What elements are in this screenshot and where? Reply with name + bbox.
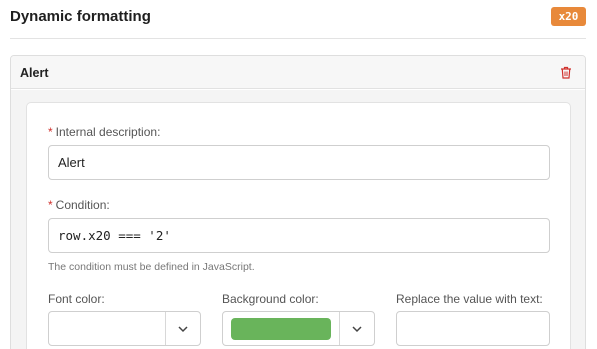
condition-hint: The condition must be defined in JavaScr… xyxy=(48,261,255,273)
description-label: * Internal description: xyxy=(48,125,160,139)
trash-icon[interactable] xyxy=(560,66,572,79)
rule-panel: Alert * Internal description: Alert * Cond… xyxy=(10,55,586,349)
rule-title: Alert xyxy=(20,66,49,80)
description-input[interactable]: Alert xyxy=(48,145,550,180)
required-mark: * xyxy=(48,125,53,139)
field-badge: x20 xyxy=(551,7,586,26)
required-mark: * xyxy=(48,198,53,212)
color-swatch xyxy=(231,318,331,340)
description-label-text: Internal description: xyxy=(55,125,161,139)
select-separator xyxy=(165,312,166,345)
section-title: Dynamic formatting xyxy=(10,8,151,25)
rule-card: * Internal description: Alert * Condition:… xyxy=(26,102,571,349)
font-color-select[interactable] xyxy=(48,311,201,346)
chevron-down-icon[interactable] xyxy=(351,324,363,334)
replace-text-input[interactable] xyxy=(396,311,550,346)
replace-text-label: Replace the value with text: xyxy=(396,292,543,306)
condition-input[interactable]: row.x20 === '2' xyxy=(48,218,550,253)
condition-label-text: Condition: xyxy=(55,198,110,212)
select-separator xyxy=(339,312,340,345)
chevron-down-icon[interactable] xyxy=(177,324,189,334)
divider xyxy=(10,38,586,39)
background-color-label: Background color: xyxy=(222,292,319,306)
rule-panel-body: * Internal description: Alert * Condition:… xyxy=(11,90,585,349)
background-color-select[interactable] xyxy=(222,311,375,346)
font-color-label: Font color: xyxy=(48,292,105,306)
rule-panel-header[interactable]: Alert xyxy=(11,56,585,89)
condition-label: * Condition: xyxy=(48,198,110,212)
